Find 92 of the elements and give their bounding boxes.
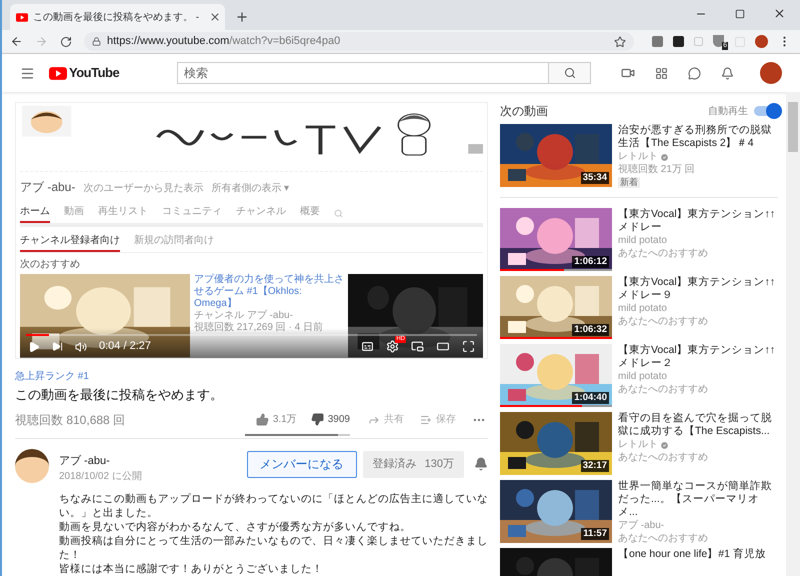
subscribed-button[interactable]: 登録済み 130万 xyxy=(362,450,464,478)
description-line: 動画を見ないで内容がわかるなんて、さすが優秀な方が多いんですね。 xyxy=(59,520,412,534)
description-line: ちなみにこの動画もアップロードが終わってないのに「ほとんどの広告主に適していない。」と出ました。 xyxy=(59,492,488,520)
video-title[interactable]: 治安が悪すぎる刑務所での脱獄生活【The Escapists 2】＃4 xyxy=(618,124,778,150)
video-meta: あなたへのおすすめ xyxy=(618,383,709,396)
view-as-label: 次のユーザーから見た表示 xyxy=(83,182,204,196)
duration-label: 11:57 xyxy=(581,528,609,540)
publish-date: 2018/10/02 に公開 xyxy=(59,470,142,484)
settings-icon[interactable] xyxy=(386,340,399,354)
channel-name: レトルト xyxy=(618,151,658,163)
search-icon xyxy=(564,67,576,79)
dislike-icon[interactable] xyxy=(310,413,324,426)
channel-name: アブ -abu- xyxy=(20,179,76,196)
video-title[interactable]: 世界一簡単なコースが簡単詐欺だった...。【スーパーマリオメ... xyxy=(618,480,778,519)
channel-name: mild potato xyxy=(618,303,667,315)
channel-name: アブ -abu- xyxy=(618,520,664,532)
trending-link[interactable]: 急上昇ランク #1 xyxy=(15,368,488,384)
camera-icon[interactable] xyxy=(621,66,635,80)
duration-label: 1:04:40 xyxy=(572,392,609,404)
video-meta: 視聴回数 21万 回 xyxy=(618,163,696,176)
video-title[interactable]: 【東方Vocal】東方テンション↑↑メドレー xyxy=(618,208,778,234)
video-title: この動画を最後に投稿をやめます。 xyxy=(15,386,224,404)
apps-icon[interactable] xyxy=(655,66,668,80)
video-link[interactable]: アプ優者の力を使って神を共上させるゲーム #1【Okhlos: Omega】 xyxy=(194,274,344,310)
view-count: 視聴回数 810,688 回 xyxy=(15,412,126,429)
channel-tab[interactable]: ホーム xyxy=(20,204,50,224)
video-meta: あなたへのおすすめ xyxy=(618,451,709,464)
search-button[interactable] xyxy=(549,62,592,84)
profile-avatar[interactable] xyxy=(755,35,768,48)
channel-name: mild potato xyxy=(618,371,667,383)
like-count: 3.1万 xyxy=(272,413,297,428)
play-logo-icon xyxy=(49,66,67,80)
address-field[interactable]: https://www.youtube.com/watch?v=b6i5qre4pa0 xyxy=(84,32,634,51)
maximize-icon[interactable] xyxy=(735,8,745,18)
video-meta: あなたへのおすすめ xyxy=(618,247,709,260)
duration-label: 1:06:32 xyxy=(572,324,609,336)
bookmark-star-icon[interactable] xyxy=(614,36,626,48)
lock-icon xyxy=(92,37,101,46)
channel-name: mild potato xyxy=(618,235,667,247)
progress-track[interactable] xyxy=(26,334,477,336)
reload-icon[interactable] xyxy=(60,36,72,48)
duration-label: 1:06:12 xyxy=(572,256,609,268)
bell-icon[interactable] xyxy=(721,66,734,80)
section-title: 次のおすすめ xyxy=(20,258,81,272)
video-title[interactable]: 看守の目を盗んで穴を掘って脱獄に成功する【The Escapists... xyxy=(618,412,778,438)
time-display: 0:04 / 2:27 xyxy=(99,339,151,354)
video-title[interactable]: 【one hour one life】#1 育児放 xyxy=(618,548,778,561)
url-text: https://www.youtube.com/watch?v=b6i5qre4pa0 xyxy=(107,34,342,50)
miniplayer-icon[interactable] xyxy=(411,340,424,354)
back-icon[interactable] xyxy=(10,35,23,48)
search-field[interactable]: 検索 xyxy=(177,62,550,84)
channel-name: レトルト xyxy=(618,439,658,451)
membership-button[interactable]: メンバーになる xyxy=(246,450,357,478)
description-line: 動画投稿は自分にとって生活の一部みたいなもので、日々凄く楽しませていただきました！ xyxy=(59,534,488,562)
close-icon[interactable] xyxy=(209,11,222,23)
theater-icon[interactable] xyxy=(436,340,450,354)
playlist-add-icon xyxy=(420,414,432,426)
new-badge: 新着 xyxy=(618,177,640,188)
channel-tab[interactable]: チャンネル登録者向け xyxy=(20,233,120,252)
volume-icon[interactable] xyxy=(75,340,87,353)
tab-title: この動画を最後に投稿をやめます。 - xyxy=(33,10,200,24)
play-icon[interactable] xyxy=(28,340,40,353)
menu-icon[interactable] xyxy=(20,66,35,80)
duration-label: 32:17 xyxy=(580,460,609,472)
dislike-count: 3909 xyxy=(328,413,350,428)
fullscreen-icon[interactable] xyxy=(462,340,475,354)
video-meta: あなたへのおすすめ xyxy=(618,532,709,545)
bell-icon[interactable] xyxy=(474,456,488,470)
like-icon[interactable] xyxy=(256,413,269,426)
channel-label: チャンネル アブ -abu- xyxy=(194,310,294,322)
video-title[interactable]: 【東方Vocal】東方テンション↑↑メドレー２ xyxy=(618,344,778,370)
profile-avatar[interactable] xyxy=(760,62,782,84)
extension-icon[interactable] xyxy=(673,36,684,47)
new-tab-icon[interactable] xyxy=(235,10,249,24)
autoplay-label: 自動再生 xyxy=(708,104,748,118)
channel-name[interactable]: アブ -abu- xyxy=(59,452,142,469)
channel-avatar[interactable] xyxy=(15,448,49,482)
scrollbar[interactable] xyxy=(786,92,800,576)
description-line: 皆様には本当に感謝です！ありがとうございました！ xyxy=(59,562,324,576)
browser-tab[interactable]: この動画を最後に投稿をやめます。 - xyxy=(10,4,225,30)
next-icon[interactable] xyxy=(52,341,63,352)
duration-label: 35:34 xyxy=(580,172,609,184)
logo-text[interactable]: YouTube xyxy=(69,63,120,83)
close-icon[interactable] xyxy=(773,7,786,20)
video-meta: あなたへのおすすめ xyxy=(618,315,709,328)
video-title[interactable]: 【東方Vocal】東方テンション↑↑メドレー９ xyxy=(618,276,778,302)
chat-icon[interactable] xyxy=(688,66,701,80)
sidebar-title: 次の動画 xyxy=(500,103,548,120)
play-logo-icon xyxy=(16,12,28,22)
subtitles-icon[interactable] xyxy=(361,340,374,354)
shield-icon[interactable] xyxy=(713,35,724,47)
view-count: 視聴回数 217,269 回 · 4 日前 xyxy=(194,322,324,334)
